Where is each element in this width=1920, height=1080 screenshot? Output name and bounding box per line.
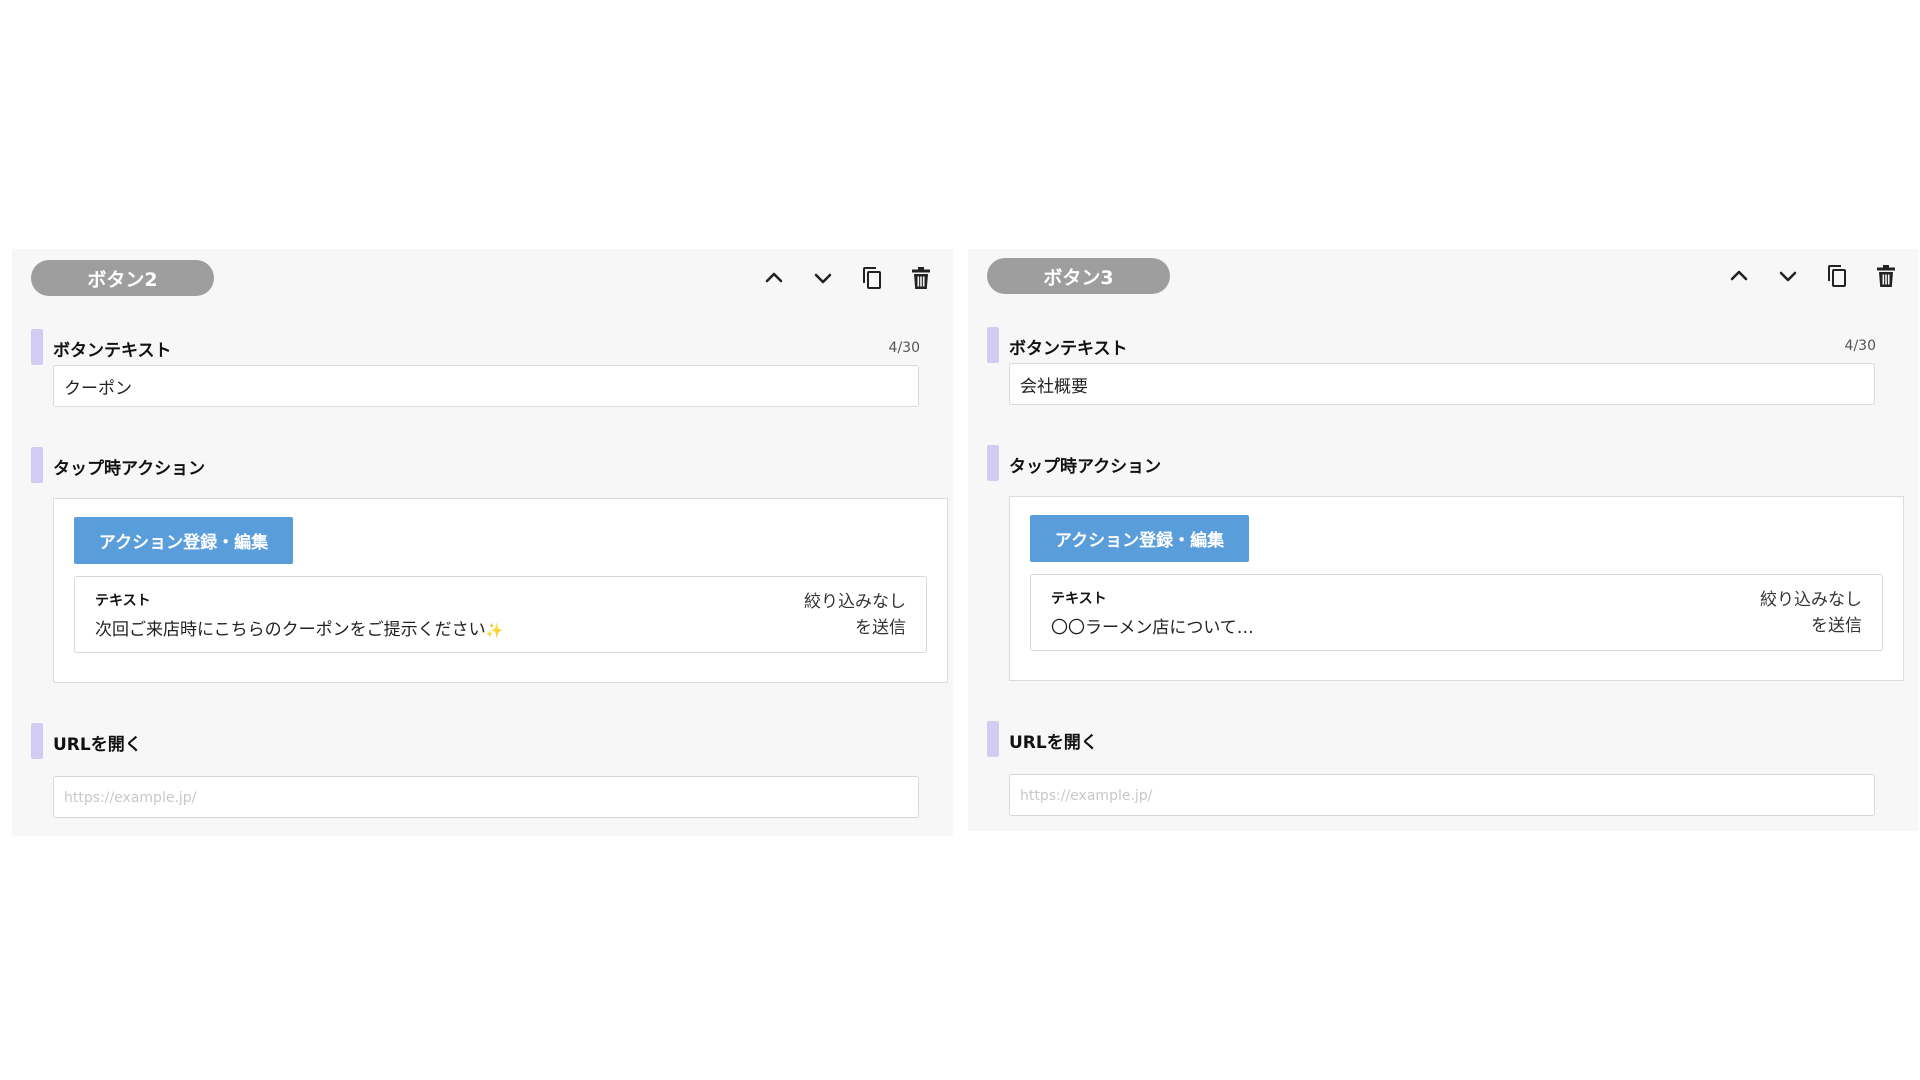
section-accent-bar <box>987 721 999 757</box>
url-label-row: URLを開く <box>987 721 1918 757</box>
duplicate-button[interactable] <box>1812 257 1861 295</box>
trash-icon <box>1876 265 1895 287</box>
button-panel-2: ボタン2 ボタンテキスト 4/30 タップ時アクション アクション登録・編集 テ… <box>12 249 953 836</box>
char-counter: 4/30 <box>888 340 920 356</box>
char-counter: 4/30 <box>1844 338 1876 354</box>
duplicate-button[interactable] <box>847 259 896 297</box>
delete-button[interactable] <box>1861 257 1910 295</box>
chevron-down-icon <box>1779 271 1796 282</box>
url-input[interactable] <box>53 776 919 818</box>
chevron-down-icon <box>814 273 831 284</box>
button-text-input[interactable] <box>53 365 919 407</box>
button-text-label-row: ボタンテキスト 4/30 <box>987 327 1918 363</box>
button-panel-3: ボタン3 ボタンテキスト 4/30 タップ時アクション アクション登録・編集 テ… <box>968 249 1918 831</box>
action-type-label: テキスト <box>1051 591 1107 607</box>
tap-action-label: タップ時アクション <box>53 459 206 479</box>
panel-title-pill: ボタン2 <box>31 260 214 296</box>
action-filter: 絞り込みなし を送信 <box>1760 587 1862 639</box>
action-message: 〇〇ラーメン店について… <box>1051 618 1254 638</box>
action-filter: 絞り込みなし を送信 <box>804 589 906 641</box>
filter-line-2: を送信 <box>1811 616 1862 636</box>
register-edit-action-button[interactable]: アクション登録・編集 <box>74 517 293 564</box>
panel-title-pill: ボタン3 <box>987 258 1170 294</box>
button-text-label: ボタンテキスト <box>1009 339 1128 359</box>
copy-icon <box>862 267 881 289</box>
section-accent-bar <box>31 447 43 483</box>
tap-action-label: タップ時アクション <box>1009 457 1162 477</box>
register-edit-action-button[interactable]: アクション登録・編集 <box>1030 515 1249 562</box>
action-message: 次回ご来店時にこちらのクーポンをご提示ください✨ <box>95 615 503 640</box>
copy-icon <box>1827 265 1846 287</box>
filter-line-2: を送信 <box>855 618 906 638</box>
move-down-button[interactable] <box>798 259 847 297</box>
button-text-label-row: ボタンテキスト 4/30 <box>31 329 953 365</box>
tap-action-label-row: タップ時アクション <box>987 445 1918 481</box>
sparkle-icon: ✨ <box>485 623 504 639</box>
tap-action-box: アクション登録・編集 テキスト 次回ご来店時にこちらのクーポンをご提示ください✨… <box>53 498 948 683</box>
chevron-up-icon <box>1730 270 1747 281</box>
action-item[interactable]: テキスト 次回ご来店時にこちらのクーポンをご提示ください✨ 絞り込みなし を送信 <box>74 576 927 653</box>
url-label: URLを開く <box>1009 733 1098 753</box>
tap-action-label-row: タップ時アクション <box>31 447 953 483</box>
section-accent-bar <box>987 445 999 481</box>
url-label: URLを開く <box>53 735 142 755</box>
url-input[interactable] <box>1009 774 1875 816</box>
button-text-input[interactable] <box>1009 363 1875 405</box>
section-accent-bar <box>31 329 43 365</box>
move-up-button[interactable] <box>1714 257 1763 295</box>
panel-toolbar <box>749 259 945 297</box>
filter-line-1: 絞り込みなし <box>1760 590 1862 610</box>
panel-toolbar <box>1714 257 1910 295</box>
move-up-button[interactable] <box>749 259 798 297</box>
section-accent-bar <box>987 327 999 363</box>
action-message-text: 次回ご来店時にこちらのクーポンをご提示ください <box>95 620 486 640</box>
button-text-label: ボタンテキスト <box>53 341 172 361</box>
trash-icon <box>911 267 930 289</box>
url-label-row: URLを開く <box>31 723 953 759</box>
chevron-up-icon <box>765 272 782 283</box>
move-down-button[interactable] <box>1763 257 1812 295</box>
action-type-label: テキスト <box>95 593 151 609</box>
tap-action-box: アクション登録・編集 テキスト 〇〇ラーメン店について… 絞り込みなし を送信 <box>1009 496 1904 681</box>
filter-line-1: 絞り込みなし <box>804 592 906 612</box>
delete-button[interactable] <box>896 259 945 297</box>
section-accent-bar <box>31 723 43 759</box>
action-item[interactable]: テキスト 〇〇ラーメン店について… 絞り込みなし を送信 <box>1030 574 1883 651</box>
